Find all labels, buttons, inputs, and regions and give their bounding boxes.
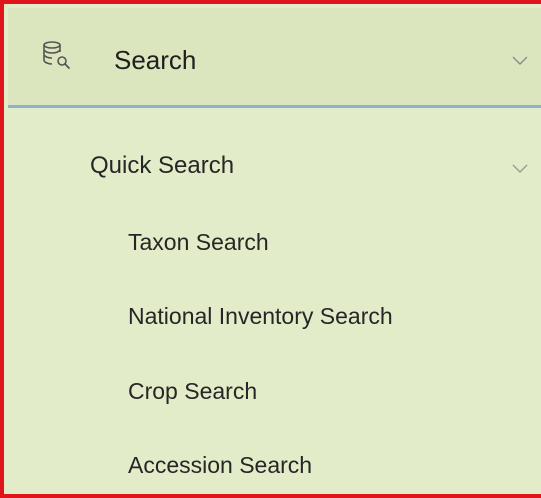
chevron-down-icon[interactable] <box>511 54 529 66</box>
search-title: Search <box>114 45 197 75</box>
accession-search-link[interactable]: Accession Search <box>128 450 312 480</box>
taxon-search-link[interactable]: Taxon Search <box>128 227 269 257</box>
search-section-header[interactable]: Search <box>8 8 541 108</box>
chevron-down-icon[interactable] <box>511 162 529 174</box>
search-menu: Quick Search Taxon Search National Inven… <box>8 108 541 498</box>
national-inventory-search-link[interactable]: National Inventory Search <box>128 301 393 331</box>
quick-search-item[interactable]: Quick Search <box>90 151 234 181</box>
search-menu-panel: Search Quick Search Taxon Search Nationa… <box>0 0 541 498</box>
crop-search-link[interactable]: Crop Search <box>128 376 257 406</box>
database-search-icon <box>43 41 70 69</box>
